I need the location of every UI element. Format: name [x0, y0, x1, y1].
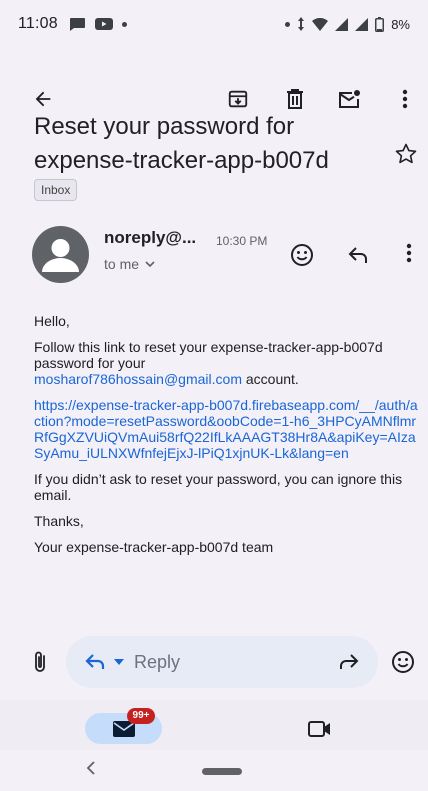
signature-text: Your expense-tracker-app-b007d team [34, 539, 274, 555]
forward-icon[interactable] [338, 653, 360, 671]
emoji-reaction-icon[interactable] [388, 647, 418, 677]
attachment-icon[interactable] [25, 647, 55, 677]
data-arrows-icon [298, 17, 305, 31]
reply-bar: Reply [0, 636, 428, 692]
system-home-handle[interactable] [202, 768, 242, 775]
system-back-icon[interactable] [86, 760, 104, 780]
body-paragraph: Follow this link to reset your expense-t… [34, 339, 418, 387]
video-camera-icon [308, 721, 330, 737]
unread-count-badge: 99+ [127, 708, 155, 724]
reply-icon[interactable] [343, 240, 373, 270]
recipient-toggle[interactable]: to me [104, 256, 155, 272]
reply-icon [85, 654, 105, 669]
caret-down-icon[interactable] [114, 659, 124, 665]
email-time: 10:30 PM [216, 234, 268, 248]
youtube-icon [94, 18, 113, 30]
nav-meet-tab[interactable] [306, 717, 334, 741]
status-bar: 11:08 8% [0, 0, 428, 48]
wifi-icon [312, 17, 329, 31]
battery-percent: 8% [391, 16, 410, 32]
chevron-down-icon [145, 260, 155, 267]
reply-label: Reply [134, 651, 181, 672]
body-paragraph-ignore: If you didn’t ask to reset your password… [34, 471, 403, 503]
status-right-icons: 8% [285, 16, 410, 32]
bottom-navigation: 99+ [0, 700, 428, 750]
chat-bubble-icon [69, 18, 85, 31]
sender-avatar[interactable] [32, 226, 89, 283]
status-left-icons [68, 17, 127, 31]
battery-icon [375, 16, 385, 32]
sender-name[interactable]: noreply@... [104, 228, 196, 248]
emoji-reaction-icon[interactable] [287, 240, 317, 270]
reset-password-link[interactable]: https://expense-tracker-app-b007d.fireba… [34, 397, 418, 461]
signal-icon [335, 17, 349, 31]
email-address-link[interactable]: mosharof786hossain@gmail.com [34, 371, 242, 387]
recipient-label: to me [104, 256, 140, 272]
more-vert-icon[interactable] [390, 84, 420, 114]
status-time: 11:08 [18, 15, 58, 32]
inbox-label-chip[interactable]: Inbox [34, 179, 78, 201]
dot-icon [121, 21, 127, 27]
thanks-text: Thanks, [34, 513, 84, 529]
reset-link-paragraph: https://expense-tracker-app-b007d.fireba… [34, 397, 418, 461]
reply-compose-button[interactable]: Reply [66, 636, 378, 688]
body-text-end: account. [241, 371, 299, 387]
more-vert-icon[interactable] [394, 238, 424, 268]
body-text: Follow this link to reset your expense-t… [34, 339, 383, 371]
greeting: Hello, [34, 313, 70, 329]
dot-icon [285, 21, 291, 27]
signal-icon [355, 17, 369, 31]
star-icon[interactable] [394, 142, 420, 168]
email-subject: Reset your password for expense-tracker-… [34, 113, 329, 174]
email-body: Hello, Follow this link to reset your ex… [34, 313, 418, 565]
gmail-email-screen: 11:08 8% Reset your password for expense… [0, 0, 428, 791]
system-navigation-bar [0, 750, 428, 791]
